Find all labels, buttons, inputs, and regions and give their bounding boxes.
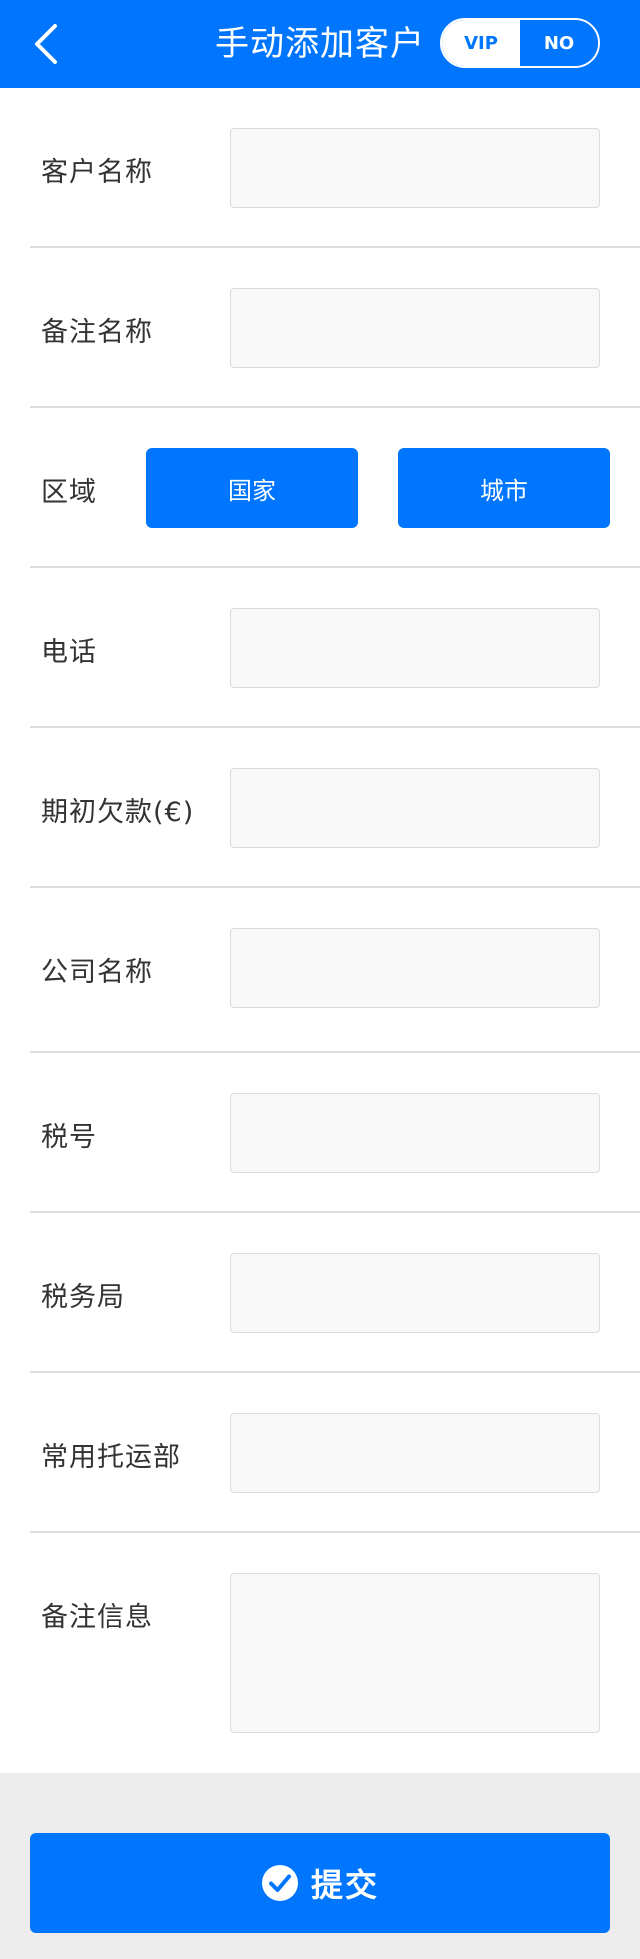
divider [30, 246, 640, 248]
header-bar: 手动添加客户 VIP NO [0, 0, 640, 88]
remark-name-label: 备注名称 [41, 317, 153, 348]
phone-input[interactable] [231, 609, 599, 687]
tax-number-field[interactable] [230, 1093, 600, 1173]
company-name-input[interactable] [231, 929, 599, 1007]
footer-bar: 提交 [0, 1773, 640, 1959]
divider [30, 1051, 640, 1053]
customer-name-label: 客户名称 [41, 157, 153, 188]
remark-name-input[interactable] [231, 289, 599, 367]
region-label: 区域 [41, 477, 97, 508]
tax-office-input[interactable] [231, 1254, 599, 1332]
opening-debt-input[interactable] [231, 769, 599, 847]
divider [30, 1211, 640, 1213]
divider [30, 886, 640, 888]
customer-name-field[interactable] [230, 128, 600, 208]
check-circle-icon [261, 1864, 299, 1902]
vip-option[interactable]: VIP [442, 20, 520, 66]
phone-field[interactable] [230, 608, 600, 688]
back-icon[interactable] [26, 20, 66, 68]
submit-label: 提交 [310, 1866, 379, 1904]
divider [30, 1371, 640, 1373]
page-title: 手动添加客户 [215, 24, 425, 64]
tax-number-label: 税号 [41, 1122, 97, 1153]
remark-info-field[interactable] [230, 1573, 600, 1733]
company-name-field[interactable] [230, 928, 600, 1008]
submit-button[interactable]: 提交 [30, 1833, 610, 1933]
remark-name-field[interactable] [230, 288, 600, 368]
country-button[interactable]: 国家 [146, 448, 358, 528]
customer-name-input[interactable] [231, 129, 599, 207]
freight-dept-label: 常用托运部 [41, 1442, 181, 1473]
freight-dept-field[interactable] [230, 1413, 600, 1493]
tax-number-input[interactable] [231, 1094, 599, 1172]
tax-office-label: 税务局 [41, 1282, 125, 1313]
phone-label: 电话 [41, 637, 97, 668]
freight-dept-input[interactable] [231, 1414, 599, 1492]
tax-office-field[interactable] [230, 1253, 600, 1333]
add-customer-page: 手动添加客户 VIP NO 客户名称 备注名称 区域 国家 城市 电话 期初欠款… [0, 0, 640, 1959]
city-button[interactable]: 城市 [398, 448, 610, 528]
divider [30, 726, 640, 728]
vip-toggle[interactable]: VIP NO [440, 18, 600, 68]
divider [30, 406, 640, 408]
company-name-label: 公司名称 [41, 957, 153, 988]
divider [30, 566, 640, 568]
opening-debt-label: 期初欠款(€) [41, 797, 195, 828]
divider [30, 1531, 640, 1533]
remark-info-label: 备注信息 [41, 1602, 153, 1633]
opening-debt-field[interactable] [230, 768, 600, 848]
no-option[interactable]: NO [520, 20, 598, 66]
remark-info-textarea[interactable] [231, 1574, 599, 1732]
